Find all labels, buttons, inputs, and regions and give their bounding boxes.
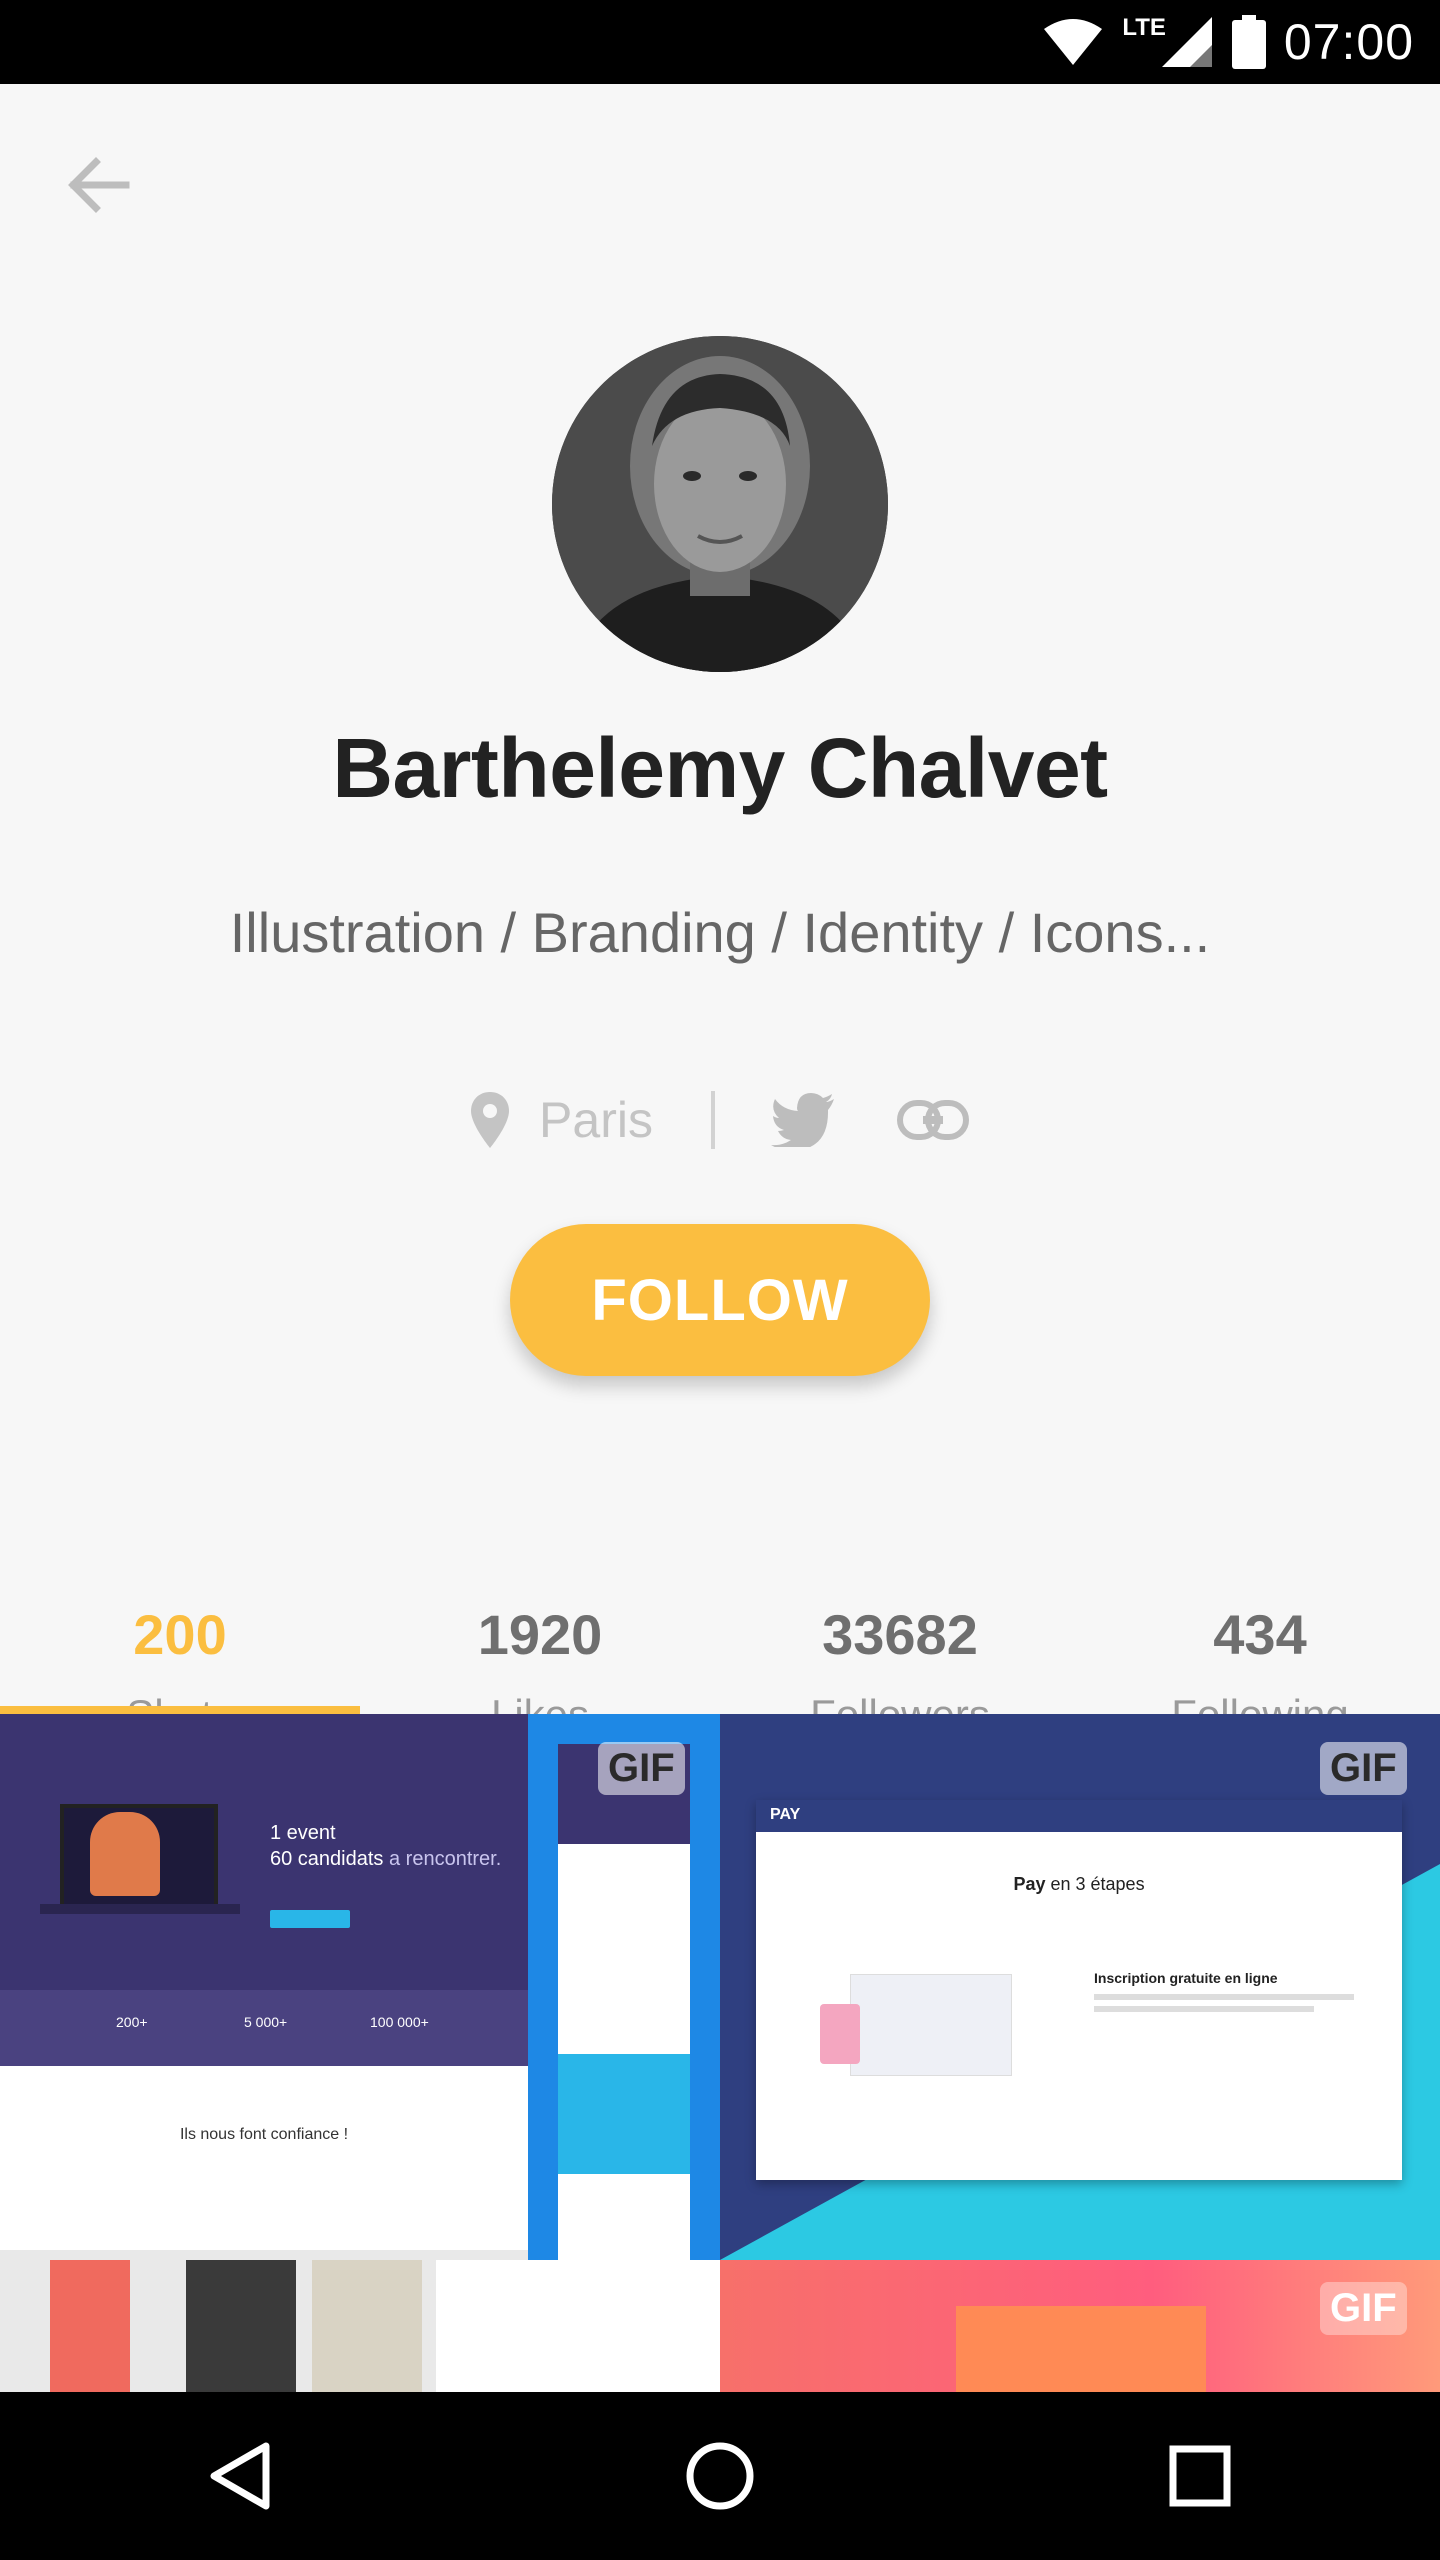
signal-icon xyxy=(1161,17,1212,67)
shot-thumbnail[interactable]: GIF xyxy=(720,2260,1440,2392)
stat-value: 33682 xyxy=(822,1603,978,1666)
gif-badge: GIF xyxy=(598,1742,685,1795)
twitter-icon[interactable] xyxy=(770,1093,835,1147)
nav-back-button[interactable] xyxy=(180,2416,300,2536)
gif-badge: GIF xyxy=(1320,2282,1407,2335)
system-nav-bar xyxy=(0,2392,1440,2560)
network-type: LTE xyxy=(1122,14,1166,41)
location-text: Paris xyxy=(539,1092,653,1148)
shot-stat: 200+ xyxy=(116,2014,148,2030)
shot-thumbnail[interactable]: PAY Pay en 3 étapes Inscription gratuite… xyxy=(720,1714,1440,2260)
shot-stat: 100 000+ xyxy=(370,2014,429,2030)
profile-name: Barthelemy Chalvet xyxy=(332,721,1108,815)
shot-text: Ils nous font confiance ! xyxy=(179,2126,349,2143)
battery-icon xyxy=(1231,15,1266,69)
shot-brand: PAY xyxy=(770,1806,801,1823)
tab-indicator xyxy=(0,1706,360,1714)
avatar xyxy=(552,336,888,672)
shot-headline: 60 candidats xyxy=(270,1848,384,1870)
stat-value: 1920 xyxy=(477,1603,603,1666)
nav-home-button[interactable] xyxy=(660,2416,780,2536)
link-icon[interactable] xyxy=(896,1100,969,1140)
triangle-back-icon xyxy=(210,2442,270,2510)
shot-title: en 3 étapes xyxy=(1050,1874,1145,1894)
stat-value: 434 xyxy=(1213,1603,1307,1666)
shots-grid: 1 event 60 candidats a rencontrer. 200+ … xyxy=(0,1714,1440,2392)
back-arrow-icon[interactable] xyxy=(64,150,134,220)
shot-thumbnail[interactable]: GIF xyxy=(528,1714,720,2392)
clock: 07:00 xyxy=(1283,14,1414,70)
shot-stat: 5 000+ xyxy=(244,2014,288,2030)
shot-title: Pay xyxy=(1013,1874,1046,1894)
meta-divider xyxy=(710,1091,715,1149)
shot-headline: 1 event xyxy=(270,1822,336,1844)
profile-tagline: Illustration / Branding / Identity / Ico… xyxy=(229,901,1211,964)
shot-thumbnail[interactable]: 1 event 60 candidats a rencontrer. 200+ … xyxy=(0,1714,528,2392)
nav-recents-button[interactable] xyxy=(1140,2416,1260,2536)
square-recents-icon xyxy=(1169,2445,1231,2507)
circle-home-icon xyxy=(686,2442,754,2510)
profile-screen: Barthelemy Chalvet Illustration / Brandi… xyxy=(0,84,1440,2392)
profile-meta: Paris xyxy=(0,1064,1440,1176)
wifi-icon xyxy=(1044,19,1103,65)
gif-badge: GIF xyxy=(1320,1742,1407,1795)
shot-headline: a rencontrer. xyxy=(388,1848,502,1870)
shot-section: Inscription gratuite en ligne xyxy=(1094,1970,1278,1986)
status-bar: LTE 07:00 xyxy=(0,0,1440,84)
follow-button[interactable]: FOLLOW xyxy=(510,1224,930,1376)
location-pin-icon xyxy=(471,1092,510,1148)
stat-value: 200 xyxy=(133,1603,227,1666)
